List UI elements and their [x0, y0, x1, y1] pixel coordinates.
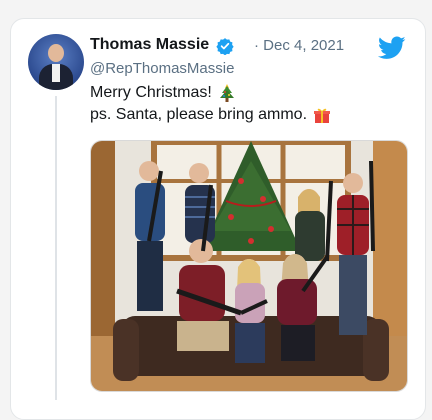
author-handle[interactable]: @RepThomasMassie	[90, 60, 234, 77]
thread-line	[55, 96, 57, 400]
tweet-text-line1-label: Merry Christmas!	[90, 84, 212, 102]
twitter-bird-icon[interactable]	[378, 36, 406, 60]
tweet-photo[interactable]	[90, 140, 408, 392]
tweet-date[interactable]: · Dec 4, 2021	[254, 37, 344, 54]
avatar-head	[48, 44, 64, 62]
family-christmas-photo	[91, 141, 407, 391]
avatar-shirt	[52, 64, 60, 82]
author-name[interactable]: Thomas Massie	[90, 36, 209, 54]
date-text: Dec 4, 2021	[263, 37, 345, 54]
date-separator: ·	[254, 37, 259, 54]
tweet-text-line2: ps. Santa, please bring ammo.	[90, 106, 331, 124]
author-avatar[interactable]	[28, 34, 84, 90]
tweet-text-line2-label: ps. Santa, please bring ammo.	[90, 106, 308, 124]
christmas-tree-emoji	[219, 84, 234, 102]
tweet-text-line1: Merry Christmas!	[90, 83, 236, 103]
gift-emoji	[314, 108, 331, 123]
verified-badge-icon	[216, 38, 234, 55]
